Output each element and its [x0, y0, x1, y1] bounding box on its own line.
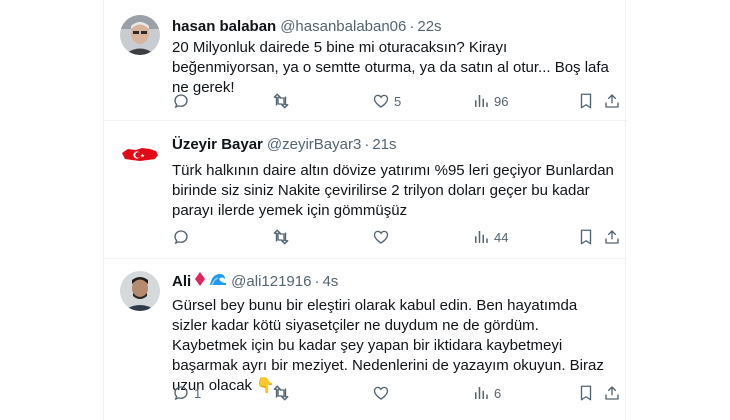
tweet-content: Ali @ali121916 · 4s Gürsel bey bunu bir …	[172, 271, 615, 396]
diamond-badge-icon	[194, 271, 206, 293]
bookmark-icon	[580, 229, 592, 245]
timestamp[interactable]: 22s	[417, 17, 441, 37]
retweet-button[interactable]	[272, 228, 294, 246]
like-icon	[373, 94, 389, 108]
bookmark-icon	[580, 93, 592, 109]
retweet-icon	[273, 385, 289, 401]
tweet-actions: 5 96	[172, 92, 619, 112]
share-button[interactable]	[603, 92, 621, 110]
separator-dot: ·	[364, 136, 370, 153]
like-button[interactable]	[372, 228, 394, 246]
tweet-header: hasan balaban @hasanbalaban06 · 22s	[172, 17, 615, 37]
reply-button[interactable]	[172, 92, 194, 110]
bookmark-button[interactable]	[577, 92, 595, 110]
retweet-icon	[273, 229, 289, 245]
like-icon	[373, 230, 389, 244]
bookmark-button[interactable]	[577, 384, 595, 402]
like-icon	[373, 386, 389, 400]
tweet-actions: 1 6	[172, 384, 619, 404]
author-handle[interactable]: @hasanbalaban06	[280, 17, 406, 37]
views-button[interactable]: 96	[472, 92, 508, 110]
turkey-flag-avatar	[122, 148, 158, 161]
timestamp[interactable]: 21s	[372, 135, 396, 155]
separator-dot: ·	[314, 273, 320, 290]
wave-badge-icon	[209, 271, 227, 293]
share-button[interactable]	[603, 228, 621, 246]
view-count: 96	[494, 93, 509, 109]
reply-button[interactable]	[172, 228, 194, 246]
tweet-text: 20 Milyonluk dairede 5 bine mi oturacaks…	[172, 39, 609, 96]
tweet[interactable]: Ali @ali121916 · 4s Gürsel bey bunu bir …	[104, 259, 627, 420]
reply-icon	[174, 94, 188, 109]
share-icon	[605, 386, 619, 400]
timestamp[interactable]: 4s	[322, 272, 338, 292]
views-button[interactable]: 6	[472, 384, 501, 402]
tweet[interactable]: hasan balaban @hasanbalaban06 · 22s 20 M…	[104, 0, 627, 121]
reply-icon	[174, 386, 188, 401]
reply-button[interactable]: 1	[172, 384, 201, 402]
author-name[interactable]: Ali	[172, 272, 191, 292]
tweet-content: Üzeyir Bayar @zeyirBayar3 · 21s Türk hal…	[172, 135, 615, 221]
bookmark-button[interactable]	[577, 228, 595, 246]
tweet[interactable]: Üzeyir Bayar @zeyirBayar3 · 21s Türk hal…	[104, 121, 627, 259]
view-count: 6	[494, 385, 502, 401]
like-button[interactable]: 5	[372, 92, 401, 110]
author-name[interactable]: Üzeyir Bayar	[172, 135, 263, 155]
author-handle[interactable]: @ali121916	[231, 272, 311, 292]
retweet-icon	[273, 93, 289, 109]
tweet-header: Ali @ali121916 · 4s	[172, 271, 615, 293]
reply-count: 1	[194, 385, 202, 401]
view-count: 44	[494, 229, 509, 245]
share-icon	[605, 230, 619, 244]
views-button[interactable]: 44	[472, 228, 508, 246]
bookmark-icon	[580, 385, 592, 401]
avatar[interactable]	[120, 135, 160, 175]
tweet-text: Gürsel bey bunu bir eleştiri olarak kabu…	[172, 297, 604, 394]
retweet-button[interactable]	[272, 92, 294, 110]
avatar[interactable]	[120, 271, 160, 311]
views-icon	[475, 387, 488, 399]
tweet-content: hasan balaban @hasanbalaban06 · 22s 20 M…	[172, 17, 615, 98]
avatar[interactable]	[120, 15, 160, 55]
separator-dot: ·	[409, 18, 415, 35]
author-handle[interactable]: @zeyirBayar3	[267, 135, 361, 155]
timeline: hasan balaban @hasanbalaban06 · 22s 20 M…	[103, 0, 627, 420]
author-name[interactable]: hasan balaban	[172, 17, 276, 37]
tweet-header: Üzeyir Bayar @zeyirBayar3 · 21s	[172, 135, 615, 155]
tweet-text: Türk halkının daire altın dövize yatırım…	[172, 162, 614, 219]
views-icon	[475, 95, 488, 107]
share-icon	[605, 94, 619, 108]
tweet-actions: 44	[172, 228, 619, 248]
reply-icon	[174, 230, 188, 245]
like-button[interactable]	[372, 384, 394, 402]
retweet-button[interactable]	[272, 384, 294, 402]
like-count: 5	[394, 93, 402, 109]
share-button[interactable]	[603, 384, 621, 402]
views-icon	[475, 231, 488, 243]
